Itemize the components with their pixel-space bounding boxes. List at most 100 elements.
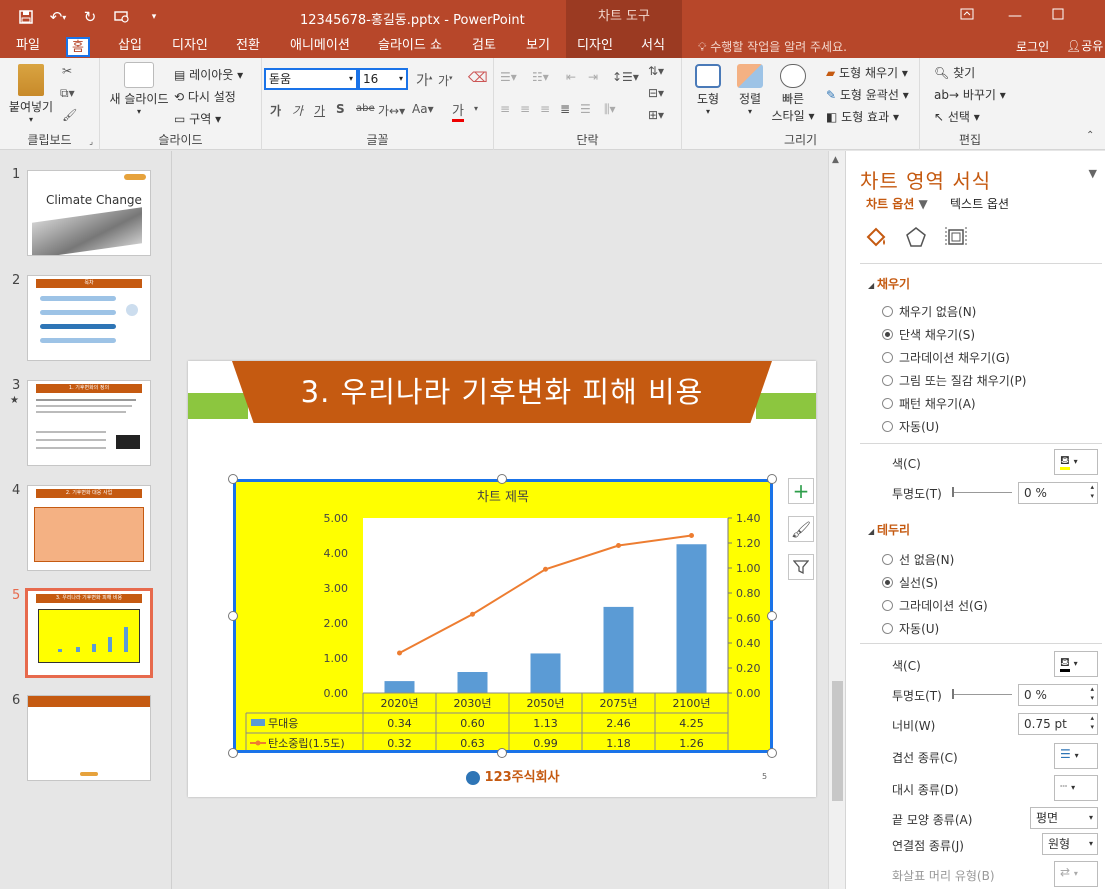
resize-handle-l[interactable]: [228, 611, 238, 621]
tab-view[interactable]: 보기: [522, 37, 554, 57]
chart-filters-button[interactable]: [788, 554, 814, 580]
tab-slideshow[interactable]: 슬라이드 쇼: [374, 37, 446, 57]
chart-styles-button[interactable]: 🖌︎: [788, 516, 814, 542]
reset-button[interactable]: ⟲ 다시 설정: [174, 88, 236, 105]
radio-no-fill[interactable]: 채우기 없음(N): [882, 303, 976, 320]
italic-icon[interactable]: 가: [292, 102, 303, 119]
tab-home[interactable]: 홈: [66, 37, 90, 57]
shape-fill-button[interactable]: ▰ 도형 채우기 ▾: [826, 64, 908, 81]
tab-review[interactable]: 검토: [468, 37, 500, 57]
resize-handle-r[interactable]: [767, 611, 777, 621]
layout-button[interactable]: ▤ 레이아웃 ▾: [174, 66, 243, 83]
slide-thumbnail-3[interactable]: 1. 기후변화의 정의: [27, 380, 151, 466]
chart-area[interactable]: 차트 제목 0.00 1.00 2.00 3.00 4.00 5.00 0.00 0.20 0.4…: [233, 479, 773, 753]
change-case-icon[interactable]: Aa▾: [412, 102, 434, 116]
increase-indent-icon[interactable]: ⇥: [588, 70, 598, 84]
border-transparency-input[interactable]: 0 % ▴ ▾: [1018, 684, 1098, 706]
share-button[interactable]: 👤︎공유: [1066, 37, 1103, 54]
border-section-header[interactable]: ◢ 테두리: [868, 521, 910, 538]
tab-transitions[interactable]: 전환: [232, 37, 264, 57]
ribbon-display-icon[interactable]: [960, 8, 974, 24]
columns-icon[interactable]: ⫼▾: [604, 102, 616, 117]
undo-icon[interactable]: ↶ ▾: [42, 6, 74, 28]
decrease-font-icon[interactable]: 가▾: [438, 72, 453, 89]
tab-text-options[interactable]: 텍스트 옵션: [950, 195, 1009, 212]
minimize-icon[interactable]: —: [1008, 8, 1022, 24]
slide-thumbnail-4[interactable]: 2. 기후변화 대응 사업: [27, 485, 151, 571]
section-button[interactable]: ▭ 구역 ▾: [174, 110, 221, 127]
font-color-dropdown-icon[interactable]: ▾: [474, 104, 478, 113]
width-input[interactable]: 0.75 pt ▴ ▾: [1018, 713, 1098, 735]
increase-font-icon[interactable]: 가▴: [416, 70, 432, 90]
bold-icon[interactable]: 가: [270, 102, 281, 119]
align-center-icon[interactable]: ≡: [520, 102, 530, 116]
paste-button[interactable]: 붙여넣기 ▾: [6, 64, 56, 124]
resize-handle-t[interactable]: [497, 474, 507, 484]
shadow-icon[interactable]: S: [336, 102, 345, 116]
justify-icon[interactable]: ≣: [560, 102, 570, 116]
radio-solid-fill[interactable]: 단색 채우기(S): [882, 326, 975, 343]
strikethrough-icon[interactable]: abe: [356, 103, 375, 114]
tab-design[interactable]: 디자인: [168, 37, 212, 57]
radio-auto-line[interactable]: 자동(U): [882, 620, 939, 637]
fill-color-picker[interactable]: ⛾ ▾: [1054, 449, 1098, 475]
present-icon[interactable]: [106, 6, 138, 28]
font-name-select[interactable]: 돋움 ▾: [264, 68, 358, 90]
radio-no-line[interactable]: 선 없음(N): [882, 551, 954, 568]
fill-section-header[interactable]: ◢ 채우기: [868, 275, 910, 292]
smartart-icon[interactable]: ⊞▾: [648, 108, 664, 122]
collapse-ribbon-icon[interactable]: ⌃: [1086, 130, 1094, 141]
resize-handle-b[interactable]: [497, 748, 507, 758]
cut-icon[interactable]: ✂: [62, 64, 72, 78]
radio-pattern-fill[interactable]: 패턴 채우기(A): [882, 395, 976, 412]
text-direction-icon[interactable]: ⇅▾: [648, 64, 664, 78]
slide-title[interactable]: 3. 우리나라 기후변화 피해 비용: [232, 361, 772, 423]
scrollbar-thumb[interactable]: [832, 681, 843, 801]
copy-icon[interactable]: ⧉▾: [60, 86, 75, 101]
arrow-begin-type-select[interactable]: ⇄ ▾: [1054, 861, 1098, 887]
numbering-icon[interactable]: ☷▾: [532, 70, 549, 84]
new-slide-button[interactable]: 새 슬라이드 ▾: [104, 62, 174, 116]
underline-icon[interactable]: 가: [314, 102, 325, 119]
slide-thumbnail-6[interactable]: [27, 695, 151, 781]
tab-chart-design[interactable]: 디자인: [566, 34, 624, 58]
scroll-up-icon[interactable]: ▲: [832, 155, 839, 165]
join-type-select[interactable]: 원형 ▾: [1042, 833, 1098, 855]
shape-outline-button[interactable]: ✎ 도형 윤곽선 ▾: [826, 86, 909, 103]
align-right-icon[interactable]: ≡: [540, 102, 550, 116]
tab-file[interactable]: 파일: [12, 37, 44, 57]
align-left-icon[interactable]: ≡: [500, 102, 510, 116]
tell-me-input[interactable]: 💡︎ 수행할 작업을 알려 주세요.: [698, 38, 847, 55]
effects-pentagon-icon[interactable]: [902, 225, 930, 251]
vertical-scrollbar[interactable]: ▲: [828, 151, 845, 889]
replace-button[interactable]: ab→ 바꾸기 ▾: [934, 86, 1006, 103]
login-link[interactable]: 로그인: [1016, 38, 1049, 55]
cap-type-select[interactable]: 평면 ▾: [1030, 807, 1098, 829]
fill-transparency-input[interactable]: 0 % ▴ ▾: [1018, 482, 1098, 504]
dash-type-select[interactable]: ┄ ▾: [1054, 775, 1098, 801]
format-painter-icon[interactable]: 🖌︎: [62, 108, 77, 122]
clear-format-icon[interactable]: ⌫: [468, 70, 488, 86]
distribute-icon[interactable]: ☰: [580, 102, 591, 116]
tab-chart-format[interactable]: 서식: [624, 34, 682, 58]
slide-thumbnail-5[interactable]: 3. 우리나라 기후변화 피해 비용: [25, 588, 153, 678]
slide-thumbnail-1[interactable]: Climate Change: [27, 170, 151, 256]
chart-elements-button[interactable]: +: [788, 478, 814, 504]
resize-handle-tr[interactable]: [767, 474, 777, 484]
slide-thumbnail-2[interactable]: 목차: [27, 275, 151, 361]
compound-type-select[interactable]: ☰ ▾: [1054, 743, 1098, 769]
radio-picture-fill[interactable]: 그림 또는 질감 채우기(P): [882, 372, 1026, 389]
maximize-icon[interactable]: [1052, 8, 1064, 24]
redo-icon[interactable]: ↻: [74, 6, 106, 28]
tab-insert[interactable]: 삽입: [114, 37, 146, 57]
tab-animations[interactable]: 애니메이션: [286, 37, 354, 57]
fill-line-icon[interactable]: [862, 225, 890, 251]
size-properties-icon[interactable]: [942, 225, 970, 251]
customize-icon[interactable]: ▾: [138, 6, 170, 28]
shape-effects-button[interactable]: ◧ 도형 효과 ▾: [826, 108, 899, 125]
pane-options-icon[interactable]: ▼: [1089, 167, 1097, 180]
font-color-icon[interactable]: 가: [452, 100, 464, 122]
radio-solid-line[interactable]: 실선(S): [882, 574, 938, 591]
quick-styles-button[interactable]: 빠른 스타일 ▾: [770, 64, 816, 124]
align-text-icon[interactable]: ⊟▾: [648, 86, 664, 100]
